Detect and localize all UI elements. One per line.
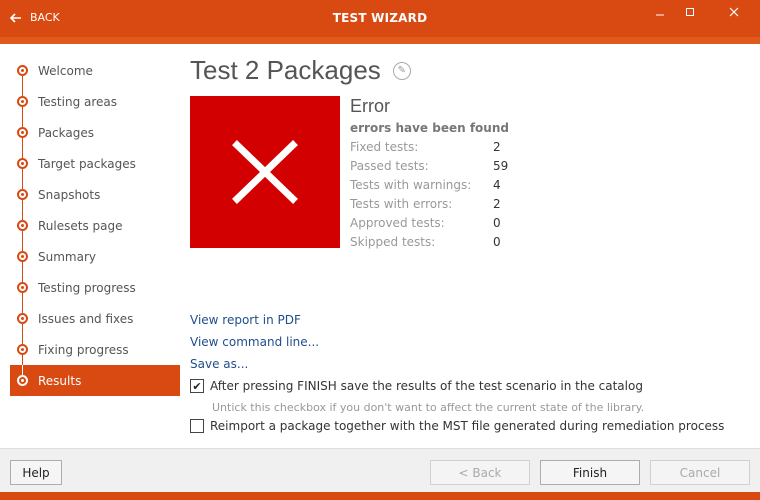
step-label: Summary (38, 249, 96, 264)
stats-table: Fixed tests: 2 Passed tests: 59 Tests with… (350, 137, 508, 251)
stat-value: 2 (493, 196, 501, 211)
step-label: Issues and fixes (38, 311, 134, 326)
step-dot-icon (17, 127, 28, 138)
step-label: Testing areas (38, 94, 118, 109)
step-snapshots[interactable]: Snapshots (10, 179, 180, 210)
checkbox-unchecked-icon[interactable] (190, 419, 204, 433)
step-testing-progress[interactable]: Testing progress (10, 272, 180, 303)
step-dot-icon (17, 189, 28, 200)
page-title: Test 2 Packages ✎ (190, 55, 750, 86)
results-panel: Test 2 Packages ✎ Error errors have been… (190, 55, 750, 249)
step-testing-areas[interactable]: Testing areas (10, 86, 180, 117)
maximize-icon (686, 8, 694, 16)
step-dot-icon (17, 158, 28, 169)
minimize-button[interactable] (646, 0, 674, 24)
step-dot-icon (17, 282, 28, 293)
step-fixing-progress[interactable]: Fixing progress (10, 334, 180, 365)
step-label: Snapshots (38, 187, 101, 202)
accent-bar (0, 37, 760, 44)
stat-row: Fixed tests: 2 (350, 137, 508, 156)
step-issues-and-fixes[interactable]: Issues and fixes (10, 303, 180, 334)
step-welcome[interactable]: Welcome (10, 55, 180, 86)
save-results-hint: Untick this checkbox if you don't want t… (212, 401, 645, 414)
help-button[interactable]: Help (10, 460, 62, 485)
title-bar: BACK TEST WIZARD (0, 0, 760, 37)
status-subtitle: errors have been found (350, 121, 509, 135)
stat-row: Passed tests: 59 (350, 156, 508, 175)
stat-row: Skipped tests: 0 (350, 232, 508, 251)
status-heading: Error (350, 96, 390, 116)
save-results-label: After pressing FINISH save the results o… (210, 379, 643, 393)
stat-label: Approved tests: (350, 215, 445, 230)
finish-button[interactable]: Finish (540, 460, 640, 485)
view-command-line-link[interactable]: View command line... (190, 335, 319, 357)
step-dot-icon (17, 313, 28, 324)
stat-value: 0 (493, 234, 501, 249)
reimport-package-checkbox[interactable]: Reimport a package together with the MST… (190, 419, 724, 433)
reimport-label: Reimport a package together with the MST… (210, 419, 725, 433)
step-label: Fixing progress (38, 342, 129, 357)
cancel-button[interactable]: Cancel (650, 460, 750, 485)
step-label: Results (38, 373, 82, 388)
step-label: Testing progress (38, 280, 136, 295)
stat-label: Passed tests: (350, 158, 429, 173)
step-summary[interactable]: Summary (10, 241, 180, 272)
edit-pencil-icon[interactable]: ✎ (392, 61, 411, 80)
stat-value: 4 (493, 177, 501, 192)
view-report-pdf-link[interactable]: View report in PDF (190, 313, 319, 335)
step-label: Packages (38, 125, 94, 140)
step-target-packages[interactable]: Target packages (10, 148, 180, 179)
stat-label: Tests with warnings: (350, 177, 472, 192)
close-icon (729, 7, 739, 17)
step-dot-icon (17, 96, 28, 107)
stat-value: 2 (493, 139, 501, 154)
maximize-button[interactable] (676, 0, 704, 24)
save-results-checkbox[interactable]: ✔ After pressing FINISH save the results… (190, 379, 643, 393)
step-dot-icon (17, 344, 28, 355)
save-as-link[interactable]: Save as... (190, 357, 319, 379)
step-label: Welcome (38, 63, 93, 78)
error-status-tile (190, 96, 340, 248)
stat-value: 59 (493, 158, 509, 173)
step-packages[interactable]: Packages (10, 117, 180, 148)
step-dot-icon (17, 65, 28, 76)
step-results[interactable]: Results (10, 365, 180, 396)
step-dot-icon (17, 375, 28, 386)
close-window-button[interactable] (720, 0, 748, 24)
step-rulesets-page[interactable]: Rulesets page (10, 210, 180, 241)
back-button[interactable]: < Back (430, 460, 530, 485)
stat-row: Tests with warnings: 4 (350, 175, 508, 194)
wizard-steps: Welcome Testing areas Packages Target pa… (10, 55, 180, 396)
step-label: Rulesets page (38, 218, 123, 233)
wizard-footer: Help < Back Finish Cancel (0, 448, 760, 492)
stat-row: Approved tests: 0 (350, 213, 508, 232)
bottom-accent-bar (0, 492, 760, 500)
report-links: View report in PDF View command line... … (190, 313, 319, 379)
step-dot-icon (17, 220, 28, 231)
error-x-icon (232, 140, 298, 204)
checkbox-checked-icon[interactable]: ✔ (190, 379, 204, 393)
project-name: Test 2 Packages (190, 55, 381, 85)
stat-label: Fixed tests: (350, 139, 419, 154)
stat-row: Tests with errors: 2 (350, 194, 508, 213)
stat-value: 0 (493, 215, 501, 230)
stat-label: Tests with errors: (350, 196, 453, 211)
test-statistics: Error errors have been found Fixed tests… (350, 96, 509, 251)
minimize-icon (656, 14, 664, 16)
step-label: Target packages (38, 156, 136, 171)
stat-label: Skipped tests: (350, 234, 436, 249)
step-dot-icon (17, 251, 28, 262)
